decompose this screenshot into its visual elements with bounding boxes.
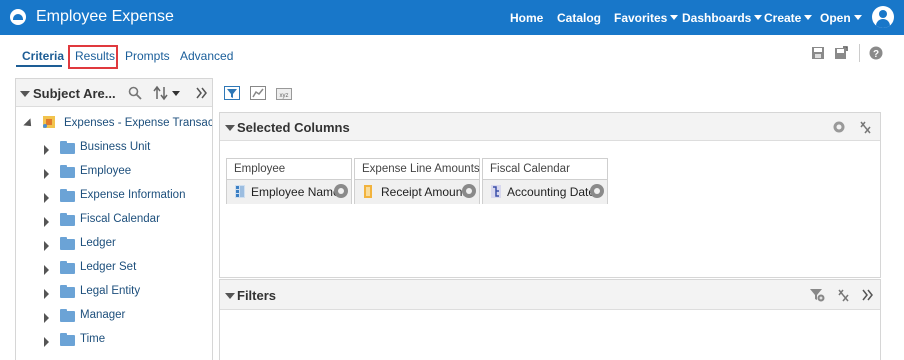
- tree-item-label[interactable]: Business Unit: [80, 141, 150, 153]
- column-group-fiscal-calendar: Fiscal Calendar Accounting Date: [482, 158, 608, 204]
- selected-columns-title: Selected Columns: [237, 120, 350, 135]
- clear-icon[interactable]: [837, 288, 849, 302]
- tree-item-label[interactable]: Ledger: [80, 237, 116, 249]
- tab-criteria[interactable]: Criteria: [22, 49, 64, 63]
- app-title: Employee Expense: [36, 8, 174, 25]
- subject-area-title: Subject Are...: [33, 86, 116, 101]
- collapse-triangle-icon[interactable]: [225, 293, 235, 299]
- expand-icon[interactable]: [862, 289, 874, 301]
- measure-column-icon: [364, 185, 372, 198]
- app-logo-icon[interactable]: [10, 9, 26, 25]
- column-name: Accounting Date: [507, 185, 596, 199]
- tab-prompts[interactable]: Prompts: [125, 49, 170, 63]
- tree-item-label[interactable]: Ledger Set: [80, 261, 136, 273]
- expand-triangle-icon[interactable]: [44, 169, 49, 179]
- hierarchy-column-icon: [491, 185, 501, 198]
- column-group-header: Expense Line Amounts: [355, 159, 480, 180]
- nav-favorites[interactable]: Favorites: [614, 11, 679, 25]
- save-as-icon[interactable]: [834, 46, 848, 60]
- save-icon[interactable]: [811, 46, 825, 60]
- help-icon[interactable]: ?: [869, 46, 883, 60]
- expand-triangle-icon[interactable]: [44, 313, 49, 323]
- gear-icon[interactable]: [462, 184, 476, 198]
- nav-dashboards-label: Dashboards: [682, 11, 752, 25]
- chevron-down-icon: [853, 15, 862, 20]
- top-bar: Employee Expense Home Catalog Favorites …: [0, 0, 904, 35]
- gear-icon[interactable]: [334, 184, 348, 198]
- svg-text:xyz: xyz: [280, 93, 289, 99]
- column-group-employee: Employee Employee Name: [226, 158, 352, 204]
- nav-open-label: Open: [820, 11, 851, 25]
- expand-triangle-icon[interactable]: [44, 145, 49, 155]
- collapse-triangle-icon[interactable]: [20, 91, 30, 97]
- nav-create[interactable]: Create: [764, 11, 813, 25]
- sort-icon[interactable]: [153, 85, 181, 101]
- column-group-header: Employee: [227, 159, 351, 180]
- gear-icon[interactable]: [590, 184, 604, 198]
- folder-icon: [60, 333, 75, 346]
- nav-home[interactable]: Home: [510, 11, 543, 25]
- chevron-down-icon: [754, 15, 763, 20]
- filter-toolbar-icon[interactable]: [224, 86, 240, 100]
- xyz-toolbar-icon[interactable]: xyz: [276, 87, 292, 101]
- expand-triangle-icon[interactable]: [44, 217, 49, 227]
- active-tab-indicator: [16, 65, 62, 67]
- tree-root-toggle-icon[interactable]: [23, 118, 35, 130]
- folder-icon: [60, 285, 75, 298]
- expand-triangle-icon[interactable]: [44, 265, 49, 275]
- folder-icon: [60, 261, 75, 274]
- collapse-panel-icon[interactable]: [196, 87, 208, 99]
- tree-item-label[interactable]: Manager: [80, 309, 125, 321]
- filters-title: Filters: [237, 288, 277, 303]
- folder-icon: [60, 141, 75, 154]
- subject-area-root-icon: [43, 116, 55, 128]
- nav-open[interactable]: Open: [820, 11, 862, 25]
- subject-area-header: Subject Are...: [16, 79, 212, 107]
- column-group-expense-line-amounts: Expense Line Amounts Receipt Amount: [354, 158, 480, 204]
- attribute-column-icon: [235, 185, 245, 198]
- show-hide-icon[interactable]: [832, 121, 846, 133]
- nav-dashboards[interactable]: Dashboards: [682, 11, 763, 25]
- expand-triangle-icon[interactable]: [44, 193, 49, 203]
- folder-icon: [60, 165, 75, 178]
- column-group-header: Fiscal Calendar: [483, 159, 607, 180]
- selected-columns-header: Selected Columns: [220, 113, 880, 141]
- results-highlight-box: [68, 45, 118, 69]
- tree-root-label[interactable]: Expenses - Expense Transactions: [64, 117, 212, 129]
- nav-catalog[interactable]: Catalog: [557, 11, 601, 25]
- column-item-employee-name[interactable]: Employee Name: [227, 180, 351, 204]
- expand-triangle-icon[interactable]: [44, 289, 49, 299]
- nav-create-label: Create: [764, 11, 802, 25]
- clear-icon[interactable]: [859, 120, 871, 134]
- chevron-down-icon: [804, 15, 813, 20]
- folder-icon: [60, 213, 75, 226]
- expand-triangle-icon[interactable]: [44, 337, 49, 347]
- filters-header: Filters: [220, 280, 880, 310]
- folder-icon: [60, 237, 75, 250]
- column-name: Receipt Amount: [381, 185, 466, 199]
- add-filter-icon[interactable]: [809, 288, 825, 302]
- tab-advanced[interactable]: Advanced: [180, 49, 233, 63]
- folder-icon: [60, 309, 75, 322]
- chevron-down-icon: [670, 15, 679, 20]
- column-item-accounting-date[interactable]: Accounting Date: [483, 180, 607, 204]
- column-name: Employee Name: [251, 185, 340, 199]
- toolbar-divider: [859, 44, 860, 62]
- search-icon[interactable]: [128, 86, 142, 100]
- collapse-triangle-icon[interactable]: [225, 125, 235, 131]
- folder-icon: [60, 189, 75, 202]
- tree-item-label[interactable]: Expense Information: [80, 189, 185, 201]
- user-avatar-icon[interactable]: [872, 6, 894, 28]
- tree-item-label[interactable]: Legal Entity: [80, 285, 140, 297]
- tree-item-label[interactable]: Time: [80, 333, 105, 345]
- chart-toolbar-icon[interactable]: [250, 86, 266, 100]
- svg-text:?: ?: [873, 49, 879, 60]
- nav-favorites-label: Favorites: [614, 11, 668, 25]
- expand-triangle-icon[interactable]: [44, 241, 49, 251]
- tree-item-label[interactable]: Fiscal Calendar: [80, 213, 160, 225]
- filters-section: Filters: [219, 279, 881, 360]
- tree-item-label[interactable]: Employee: [80, 165, 131, 177]
- column-item-receipt-amount[interactable]: Receipt Amount: [355, 180, 479, 204]
